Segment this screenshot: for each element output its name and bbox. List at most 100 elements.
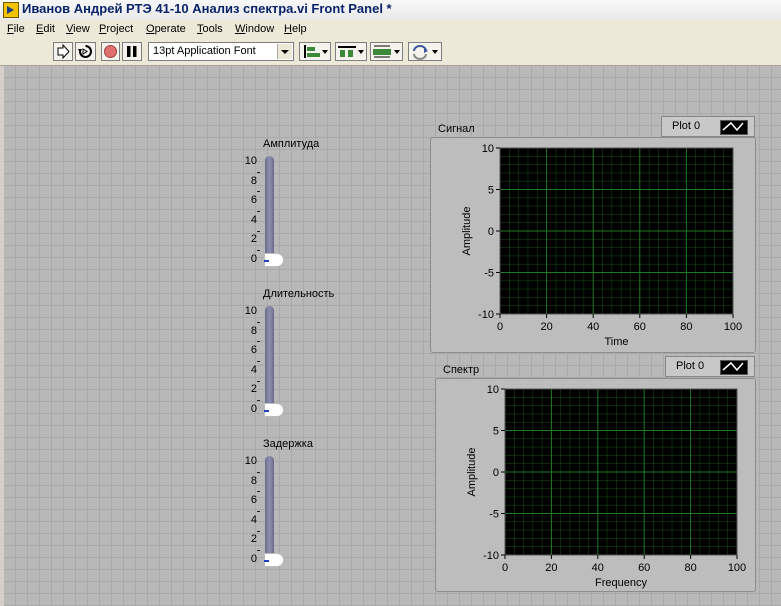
resize-objects-button[interactable]: [370, 42, 403, 61]
slide-minor-tick: [257, 341, 260, 343]
chevron-down-icon[interactable]: [277, 44, 292, 59]
slide-tick-label: 6: [250, 494, 257, 507]
run-arrow-icon: [57, 43, 70, 60]
slide-tick-label: 10: [244, 305, 257, 317]
slide-minor-tick: [257, 380, 260, 382]
x-tick-label: 80: [684, 562, 696, 574]
distribute-objects-icon: [338, 46, 364, 57]
labview-app-icon[interactable]: [3, 2, 19, 18]
y-tick-label: -10: [483, 550, 499, 562]
align-objects-button[interactable]: [299, 42, 331, 61]
menu-edit[interactable]: Edit: [36, 23, 55, 35]
abort-button[interactable]: [101, 42, 120, 61]
slide-minor-tick: [257, 321, 260, 323]
y-tick-label: 10: [482, 143, 494, 155]
y-tick-label: 5: [493, 426, 499, 438]
y-tick-label: 0: [488, 226, 494, 238]
waveform-graph[interactable]: 0 20 40 60 80 100 10 5 0 -5 -10 Time Amplitude: [430, 137, 756, 353]
menu-file[interactable]: File: [7, 23, 25, 35]
y-axis-label: Amplitude: [466, 448, 478, 497]
x-tick-label: 100: [724, 321, 742, 333]
slide-minor-tick: [257, 191, 260, 193]
menu-window[interactable]: Window: [235, 23, 274, 35]
x-tick-label: 40: [592, 562, 604, 574]
slide-tick-label: 0: [250, 253, 257, 265]
slide-tick-label: 2: [250, 383, 257, 396]
slide-tick-label: 2: [250, 233, 257, 246]
menu-help[interactable]: Help: [284, 23, 307, 35]
graph-canvas: 0 20 40 60 80 100 10 5 0 -5 -10 Time Amplitude: [461, 143, 742, 348]
slide-tick-label: 2: [250, 533, 257, 546]
pause-icon: [127, 46, 137, 57]
graph-label: Сигнал: [438, 123, 475, 135]
y-tick-label: -5: [489, 509, 499, 521]
slide-tick-label: 8: [250, 474, 257, 487]
menu-operate[interactable]: Operate: [146, 23, 186, 35]
slide-minor-tick: [257, 250, 260, 252]
slide-tick-label: 8: [250, 174, 257, 187]
slide-tick-label: 4: [250, 513, 257, 526]
slide-tick-label: 0: [250, 403, 257, 415]
front-panel[interactable]: Амплитуда 10 8 6 4 2 0 Длительность 10 8 6 4 2 0 Задер…: [4, 66, 781, 606]
font-selector-value: 13pt Application Font: [153, 45, 256, 57]
x-axis-label: Time: [604, 336, 628, 348]
y-tick-label: 10: [487, 384, 499, 396]
y-tick-label: -5: [484, 268, 494, 280]
slide-minor-tick: [257, 230, 260, 232]
font-selector[interactable]: 13pt Application Font: [148, 42, 294, 61]
x-tick-label: 40: [587, 321, 599, 333]
slide-label: Амплитуда: [263, 138, 320, 150]
run-continuously-icon: [78, 45, 92, 58]
window-title: Иванов Андрей РТЭ 41-10 Анализ спектра.v…: [22, 1, 392, 16]
slide-minor-tick: [257, 511, 260, 512]
y-axis-label: Amplitude: [461, 207, 473, 256]
slide-track[interactable]: [265, 456, 274, 566]
slide-track[interactable]: [265, 306, 274, 416]
menu-bar: File Edit View Project Operate Tools Win…: [0, 20, 781, 39]
abort-icon: [104, 45, 117, 58]
menu-view[interactable]: View: [66, 23, 90, 35]
x-tick-label: 0: [497, 321, 503, 333]
plot-line-swatch-icon: [720, 120, 748, 135]
menu-project[interactable]: Project: [99, 23, 133, 35]
slide-thumb[interactable]: [264, 554, 283, 566]
menu-tools[interactable]: Tools: [197, 23, 223, 35]
slide-minor-tick: [257, 550, 260, 552]
slide-tick-label: 4: [250, 213, 257, 226]
plot-legend[interactable]: Plot 0: [661, 116, 755, 137]
slide-tick-label: 6: [250, 194, 257, 207]
waveform-graph[interactable]: 0 20 40 60 80 100 10 5 0 -5 -10 Frequency Amplitude: [435, 378, 756, 592]
x-tick-label: 100: [728, 562, 746, 574]
slide-minor-tick: [257, 530, 260, 532]
slide-minor-tick: [257, 471, 260, 473]
x-tick-label: 60: [634, 321, 646, 333]
x-tick-label: 60: [638, 562, 650, 574]
y-tick-label: 5: [488, 185, 494, 197]
slide-minor-tick: [257, 361, 260, 362]
reorder-button[interactable]: [408, 42, 442, 61]
slide-tick-label: 6: [250, 344, 257, 357]
run-continuously-button[interactable]: [75, 42, 96, 61]
run-button[interactable]: [53, 42, 73, 61]
slide-label: Задержка: [263, 438, 313, 450]
slide-track[interactable]: [265, 156, 274, 266]
toolbar: 13pt Application Font: [0, 39, 781, 66]
slide-minor-tick: [257, 171, 260, 173]
slide-minor-tick: [257, 211, 260, 212]
x-axis-label: Frequency: [595, 577, 647, 589]
slide-tick-label: 8: [250, 324, 257, 337]
x-tick-label: 80: [680, 321, 692, 333]
align-objects-icon: [304, 45, 328, 58]
pause-button[interactable]: [122, 42, 142, 61]
slide-thumb[interactable]: [264, 254, 283, 266]
plot-legend-name: Plot 0: [676, 360, 705, 372]
plot-legend[interactable]: Plot 0: [665, 356, 755, 377]
plot-legend-name: Plot 0: [672, 120, 701, 132]
distribute-objects-button[interactable]: [335, 42, 367, 61]
slide-tick-label: 10: [244, 155, 257, 167]
resize-objects-icon: [373, 45, 400, 58]
slide-thumb[interactable]: [264, 404, 283, 416]
x-tick-label: 0: [502, 562, 508, 574]
slide-minor-tick: [257, 491, 260, 493]
reorder-icon: [413, 45, 438, 60]
